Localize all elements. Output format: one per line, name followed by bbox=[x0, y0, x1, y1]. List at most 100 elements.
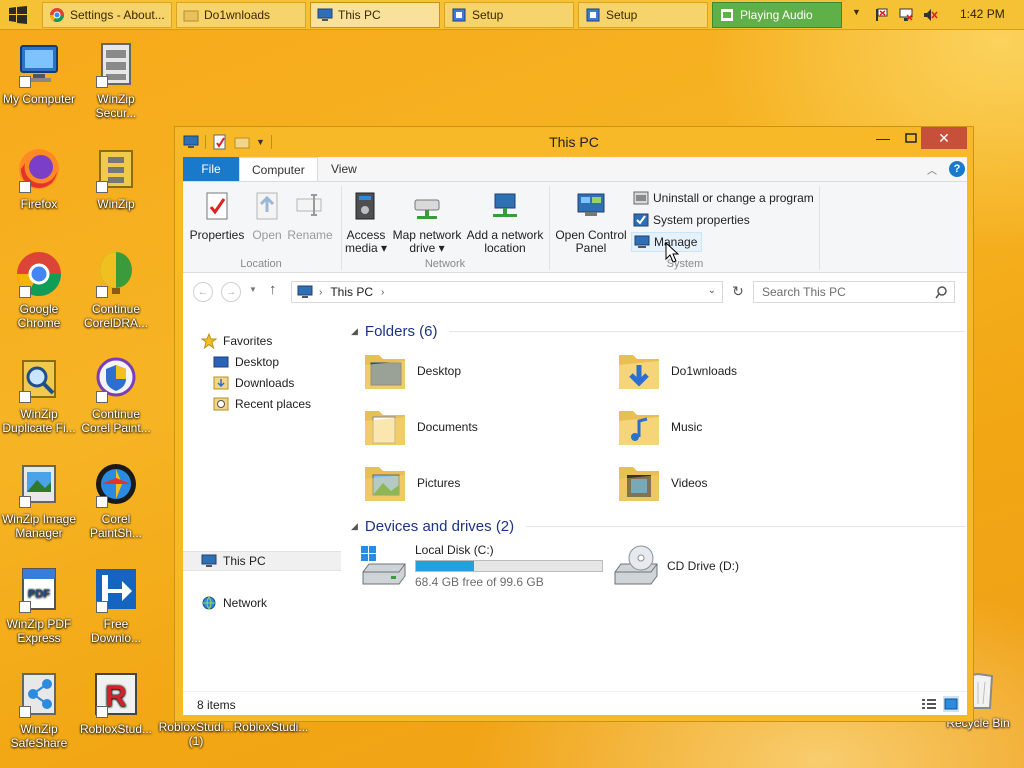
media-server-icon bbox=[355, 192, 375, 220]
open-button[interactable]: Open bbox=[249, 190, 285, 242]
folder-label: Documents bbox=[417, 420, 478, 434]
properties-button[interactable]: Properties bbox=[187, 190, 247, 242]
taskbar-item-settings[interactable]: Settings - About... bbox=[42, 2, 172, 28]
taskbar-item-label: Setup bbox=[606, 8, 638, 22]
setup-icon bbox=[452, 8, 466, 22]
close-button[interactable]: ✕ bbox=[921, 127, 967, 149]
access-media-button[interactable]: Access media ▾ bbox=[343, 190, 389, 255]
desktop-icon-winzip-safeshare[interactable]: WinZip SafeShare bbox=[1, 670, 77, 750]
folder-documents[interactable]: Documents bbox=[361, 401, 478, 453]
content-pane: ◢ Folders (6) Desktop Do1wnloads Documen… bbox=[341, 311, 967, 691]
collapse-triangle-icon[interactable]: ◢ bbox=[351, 326, 358, 337]
collapse-ribbon-chevron-icon[interactable]: ︿ bbox=[927, 162, 937, 177]
desktop-icon bbox=[213, 356, 229, 368]
desktop-icon-winzip-pdf-express[interactable]: PDF WinZip PDF Express bbox=[1, 565, 77, 645]
drive-d-name: CD Drive (D:) bbox=[667, 559, 739, 573]
desktop-icon-google-chrome[interactable]: Google Chrome bbox=[1, 250, 77, 330]
desktop-icon-winzip-duplicate-finder[interactable]: WinZip Duplicate Fi... bbox=[1, 355, 77, 435]
folders-header-label: Folders (6) bbox=[364, 322, 438, 340]
desktop-icon-my-computer[interactable]: My Computer bbox=[1, 40, 77, 106]
address-dropdown-chevron-icon[interactable]: ⌄ bbox=[708, 285, 716, 296]
large-icons-view-icon[interactable] bbox=[943, 696, 959, 712]
drive-cd-d[interactable]: CD Drive (D:) bbox=[611, 541, 739, 591]
uninstall-label: Uninstall or change a program bbox=[653, 191, 814, 205]
start-button[interactable] bbox=[8, 5, 30, 25]
rename-button[interactable]: Rename bbox=[287, 190, 333, 242]
breadcrumb-this-pc[interactable]: This PC bbox=[330, 285, 373, 299]
help-icon[interactable]: ? bbox=[949, 161, 965, 177]
folder-downloads[interactable]: Do1wnloads bbox=[615, 345, 737, 397]
taskbar-item-downloads[interactable]: Do1wnloads bbox=[176, 2, 306, 28]
uninstall-program-button[interactable]: Uninstall or change a program bbox=[633, 188, 814, 208]
address-box[interactable]: › This PC › ⌄ bbox=[291, 281, 723, 303]
collapse-triangle-icon[interactable]: ◢ bbox=[351, 521, 358, 532]
group-label-location: Location bbox=[240, 258, 282, 270]
desktop-icon-roblox-studio-2[interactable]: RobloxStudi... bbox=[233, 720, 309, 734]
breadcrumb-separator-icon[interactable]: › bbox=[381, 287, 384, 298]
minimize-button[interactable]: — bbox=[869, 127, 897, 149]
taskbar-item-label: Settings - About... bbox=[70, 8, 165, 22]
action-center-flag-icon[interactable] bbox=[874, 7, 890, 23]
folder-videos[interactable]: Videos bbox=[615, 457, 707, 509]
desktop-icon-corel-paintshop[interactable]: Corel PaintSh... bbox=[78, 460, 154, 540]
desktop-icon-continue-coreldraw[interactable]: Continue CorelDRA... bbox=[78, 250, 154, 330]
group-header-folders[interactable]: ◢ Folders (6) bbox=[351, 321, 966, 341]
recent-locations-chevron-icon[interactable]: ▼ bbox=[249, 285, 257, 294]
clock[interactable]: 1:42 PM bbox=[960, 7, 1005, 21]
volume-muted-icon[interactable] bbox=[922, 7, 938, 23]
navigation-pane: Favorites Desktop Downloads Recent place… bbox=[183, 311, 341, 691]
tab-view[interactable]: View bbox=[319, 157, 369, 181]
desktop-icon-continue-corel-paintshop[interactable]: Continue Corel Paint... bbox=[78, 355, 154, 435]
breadcrumb-separator-icon[interactable]: › bbox=[319, 287, 322, 298]
setup-icon bbox=[586, 8, 600, 22]
desktop-icon-winzip[interactable]: WinZip bbox=[78, 145, 154, 211]
search-input[interactable]: Search This PC bbox=[753, 281, 955, 303]
desktop-icon-free-download[interactable]: Free Downlo... bbox=[78, 565, 154, 645]
forward-button[interactable]: → bbox=[221, 282, 241, 302]
folder-music[interactable]: Music bbox=[615, 401, 702, 453]
open-control-panel-button[interactable]: Open Control Panel bbox=[553, 190, 629, 255]
system-properties-button[interactable]: System properties bbox=[633, 210, 750, 230]
documents-folder-icon bbox=[365, 411, 405, 445]
network-globe-icon bbox=[202, 596, 216, 610]
drive-c-usage-fill bbox=[416, 561, 475, 571]
nav-network[interactable]: Network bbox=[183, 593, 341, 613]
nav-downloads[interactable]: Downloads bbox=[183, 373, 341, 393]
add-network-location-button[interactable]: Add a network location bbox=[465, 190, 545, 255]
manage-computer-icon bbox=[634, 235, 650, 248]
taskbar-item-setup-1[interactable]: Setup bbox=[444, 2, 574, 28]
star-icon bbox=[201, 333, 217, 349]
desktop-icon-winzip-secure[interactable]: WinZip Secur... bbox=[78, 40, 154, 120]
desktop-icon-roblox-studio-1[interactable]: RobloxStudi... (1) bbox=[158, 720, 234, 748]
refresh-icon[interactable]: ↻ bbox=[729, 283, 747, 301]
nav-favorites[interactable]: Favorites bbox=[183, 331, 341, 351]
desktop-icon-winzip-image-manager[interactable]: WinZip Image Manager bbox=[1, 460, 77, 540]
taskbar-item-playing-audio[interactable]: Playing Audio bbox=[712, 2, 842, 28]
music-folder-icon bbox=[619, 411, 659, 445]
taskbar-item-this-pc[interactable]: This PC bbox=[310, 2, 440, 28]
tray-overflow-chevron-icon[interactable]: ▼ bbox=[852, 7, 864, 23]
nav-desktop[interactable]: Desktop bbox=[183, 352, 341, 372]
map-network-drive-button[interactable]: Map network drive ▾ bbox=[391, 190, 463, 255]
network-drive-icon bbox=[414, 199, 440, 219]
up-button[interactable]: ↑ bbox=[269, 281, 277, 298]
window-titlebar[interactable]: ▼ This PC — ✕ bbox=[175, 127, 973, 157]
folder-pictures[interactable]: Pictures bbox=[361, 457, 460, 509]
desktop-icon-roblox-studio[interactable]: R RobloxStud... bbox=[78, 670, 154, 736]
folder-desktop[interactable]: Desktop bbox=[361, 345, 461, 397]
tab-computer[interactable]: Computer bbox=[239, 157, 318, 181]
properties-label: Properties bbox=[189, 228, 245, 242]
back-button[interactable]: ← bbox=[193, 282, 213, 302]
taskbar-item-setup-2[interactable]: Setup bbox=[578, 2, 708, 28]
drive-local-disk-c[interactable]: Local Disk (C:) 68.4 GB free of 99.6 GB bbox=[359, 541, 603, 591]
computer-icon bbox=[201, 554, 217, 567]
tab-file[interactable]: File bbox=[183, 157, 239, 181]
details-view-icon[interactable] bbox=[921, 697, 937, 711]
desktop-icon-firefox[interactable]: Firefox bbox=[1, 145, 77, 211]
desktop-icon-label: WinZip Duplicate Fi... bbox=[2, 407, 76, 435]
group-header-devices[interactable]: ◢ Devices and drives (2) bbox=[351, 516, 967, 536]
svg-text:PDF: PDF bbox=[28, 588, 50, 600]
network-icon[interactable] bbox=[898, 7, 914, 23]
nav-this-pc[interactable]: This PC bbox=[183, 551, 341, 571]
nav-recent-places[interactable]: Recent places bbox=[183, 394, 341, 414]
